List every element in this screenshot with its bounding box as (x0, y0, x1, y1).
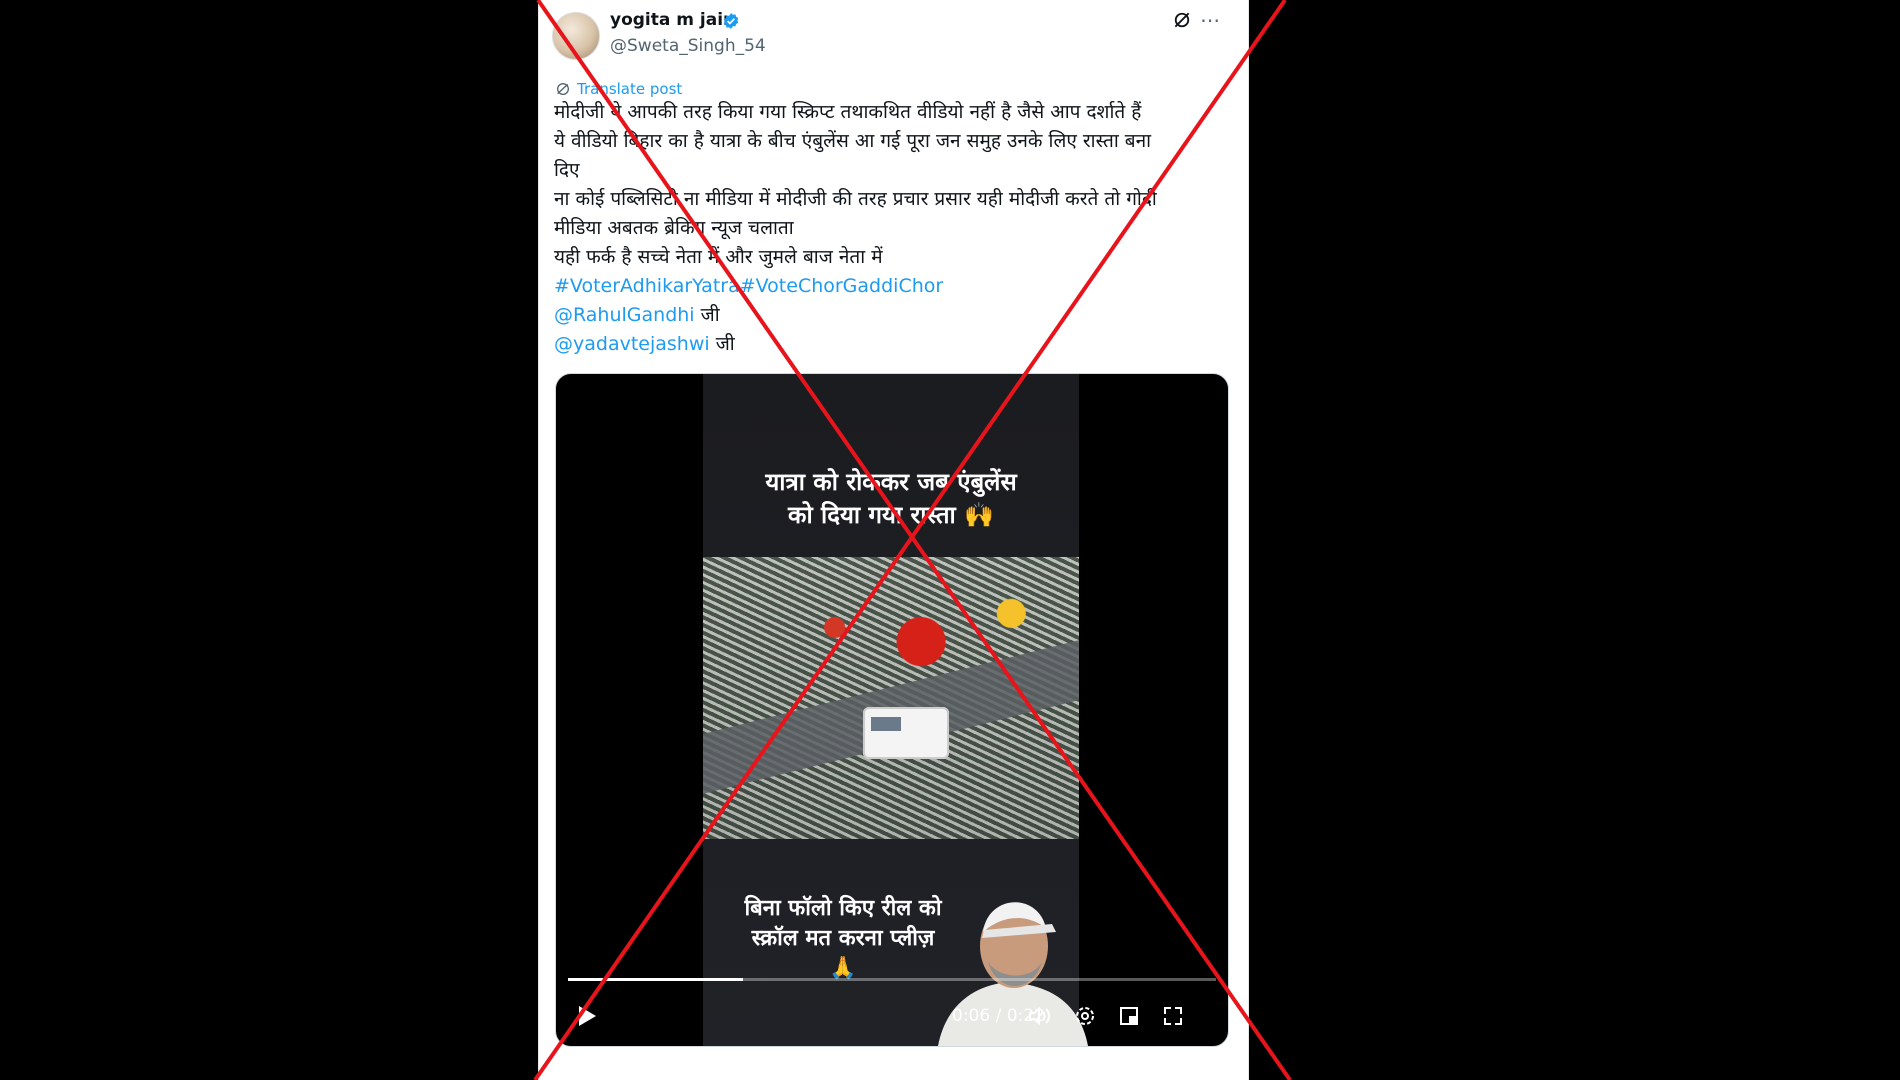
play-icon[interactable] (576, 1004, 598, 1028)
pip-icon[interactable] (1117, 1004, 1141, 1028)
post-text-line: यही फर्क है सच्चे नेता में और जुमले बाज … (554, 246, 883, 268)
post-text-line: मीडिया अबतक ब्रेकिंग न्यूज चलाता (554, 217, 794, 239)
mention-suffix: जी (694, 304, 720, 326)
video-player[interactable]: यात्रा को रोककर जब एंबुलेंस को दिया गया … (555, 373, 1229, 1047)
mention-yadav-tejashwi[interactable]: @yadavtejashwi (554, 333, 710, 355)
tweet-card: yogita m jain @Sweta_Singh_54 ⋯ Translat… (538, 0, 1249, 1080)
ambulance-image (863, 707, 949, 759)
translate-post-label: Translate post (577, 80, 683, 98)
display-name[interactable]: yogita m jain (610, 10, 735, 30)
globe-icon (557, 83, 569, 95)
crowd-image (703, 557, 1079, 839)
volume-icon[interactable] (1027, 1004, 1051, 1028)
settings-icon[interactable] (1073, 1004, 1097, 1028)
post-text: मोदीजी ये आपकी तरह किया गया स्क्रिप्ट तथ… (554, 98, 1234, 359)
mention-line: @yadavtejashwi जी (554, 330, 1234, 359)
translate-post-link[interactable]: Translate post (555, 80, 682, 98)
video-caption-top: यात्रा को रोककर जब एंबुलेंस को दिया गया … (703, 466, 1079, 532)
mention-line: @RahulGandhi जी (554, 301, 1234, 330)
video-frame: यात्रा को रोककर जब एंबुलेंस को दिया गया … (703, 374, 1088, 1046)
post-text-line: ये वीडियो बिहार का है यात्रा के बीच एंबु… (554, 130, 1152, 152)
more-icon[interactable]: ⋯ (1200, 8, 1221, 32)
progress-bar[interactable] (568, 978, 1216, 981)
grok-icon[interactable] (1172, 10, 1192, 30)
post-text-line: दिए (554, 159, 580, 181)
video-caption-line: को दिया गया रास्ता 🙌 (788, 501, 994, 529)
mention-rahul-gandhi[interactable]: @RahulGandhi (554, 304, 695, 326)
mention-suffix: जी (709, 333, 735, 355)
hashtag-voter-adhikar-yatra[interactable]: #VoterAdhikarYatra (554, 275, 740, 297)
hashtag-vote-chor-gaddi-chor[interactable]: #VoteChorGaddiChor (740, 275, 943, 297)
progress-bar-fill (568, 978, 743, 981)
fullscreen-icon[interactable] (1161, 1004, 1185, 1028)
handle[interactable]: @Sweta_Singh_54 (610, 36, 766, 56)
post-text-line: मोदीजी ये आपकी तरह किया गया स्क्रिप्ट तथ… (554, 101, 1142, 123)
hashtag-line: #VoterAdhikarYatra#VoteChorGaddiChor (554, 272, 1234, 301)
avatar[interactable] (552, 12, 600, 60)
video-caption-line: यात्रा को रोककर जब एंबुलेंस (765, 468, 1017, 496)
post-text-line: ना कोई पब्लिसिटी ना मीडिया में मोदीजी की… (554, 188, 1157, 210)
verified-badge-icon (723, 13, 739, 29)
